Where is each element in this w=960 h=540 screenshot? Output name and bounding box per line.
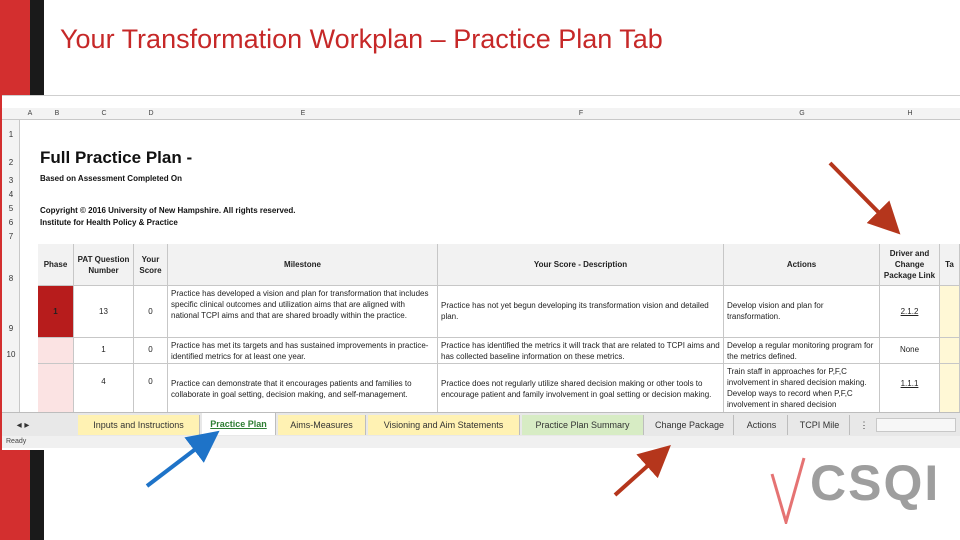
actions-cell[interactable]: Develop a regular monitoring program for… [724, 338, 880, 364]
header-phase[interactable]: Phase [38, 244, 74, 286]
description-cell[interactable]: Practice has not yet begun developing it… [438, 286, 724, 338]
actions-cell[interactable]: Train staff in approaches for P,F,C invo… [724, 364, 880, 414]
column-letter-b[interactable]: B [40, 108, 74, 120]
header-your-score[interactable]: Your Score [134, 244, 168, 286]
slide-title: Your Transformation Workplan – Practice … [60, 24, 663, 54]
column-letter-d[interactable]: D [134, 108, 168, 120]
question-cell[interactable]: 13 [74, 286, 134, 338]
header-pat-question[interactable]: PAT Question Number [74, 244, 134, 286]
score-cell[interactable]: 0 [134, 338, 168, 364]
tab-bar-menu-icon[interactable]: ⋮ [854, 415, 874, 435]
row-number[interactable]: 10 [2, 350, 20, 359]
csqi-logo-text: CSQI [810, 455, 941, 511]
tab-aims-measures[interactable]: Aims-Measures [278, 415, 366, 435]
milestone-cell[interactable]: Practice has developed a vision and plan… [168, 286, 438, 338]
column-letter-h[interactable]: H [880, 108, 940, 120]
extra-cell[interactable] [940, 364, 960, 414]
arrow-to-change-package-tab [613, 445, 671, 497]
tab-practice-plan-summary[interactable]: Practice Plan Summary [522, 415, 644, 435]
horizontal-scrollbar[interactable] [876, 418, 956, 432]
header-extra-column[interactable]: Ta [940, 244, 960, 286]
column-letter-g[interactable]: G [724, 108, 880, 120]
tab-change-package[interactable]: Change Package [646, 415, 734, 435]
header-actions[interactable]: Actions [724, 244, 880, 286]
column-letter-c[interactable]: C [74, 108, 134, 120]
row-number[interactable]: 3 [2, 176, 20, 185]
copyright-text: Copyright © 2016 University of New Hamps… [40, 206, 296, 215]
assessment-note: Based on Assessment Completed On [40, 174, 182, 183]
phase-cell[interactable]: 1 [38, 286, 74, 338]
status-bar: Ready [2, 436, 960, 448]
score-cell[interactable]: 0 [134, 364, 168, 414]
status-text: Ready [6, 438, 27, 445]
question-cell[interactable]: 1 [74, 338, 134, 364]
change-package-link[interactable]: 2.1.2 [880, 286, 940, 338]
sheet-tab-bar: ◂ ▸ Inputs and Instructions Practice Pla… [2, 412, 960, 436]
row-number[interactable]: 1 [2, 130, 20, 139]
row-number[interactable]: 8 [2, 274, 20, 283]
institute-text: Institute for Health Policy & Practice [40, 218, 178, 227]
tab-visioning-and-aim-statements[interactable]: Visioning and Aim Statements [368, 415, 520, 435]
change-package-link[interactable]: 1.1.1 [880, 364, 940, 414]
slide: Your Transformation Workplan – Practice … [0, 0, 960, 540]
column-letter-e[interactable]: E [168, 108, 438, 120]
description-cell[interactable]: Practice has identified the metrics it w… [438, 338, 724, 364]
description-cell[interactable]: Practice does not regularly utilize shar… [438, 364, 724, 414]
question-cell[interactable]: 4 [74, 364, 134, 414]
header-score-description[interactable]: Your Score - Description [438, 244, 724, 286]
actions-cell[interactable]: Develop vision and plan for transformati… [724, 286, 880, 338]
milestone-cell[interactable]: Practice can demonstrate that it encoura… [168, 364, 438, 414]
row-number[interactable]: 6 [2, 218, 20, 227]
tab-tcpi-milestones[interactable]: TCPI Mile [790, 415, 850, 435]
row-number[interactable]: 7 [2, 232, 20, 241]
row-number[interactable]: 2 [2, 158, 20, 167]
tab-scroll-controls[interactable]: ◂ ▸ [6, 415, 40, 435]
column-letter-a[interactable]: A [20, 108, 40, 120]
header-driver-link[interactable]: Driver and Change Package Link [880, 244, 940, 286]
tab-practice-plan[interactable]: Practice Plan [202, 413, 276, 435]
row-number[interactable]: 4 [2, 190, 20, 199]
row-number[interactable]: 5 [2, 204, 20, 213]
score-cell[interactable]: 0 [134, 286, 168, 338]
header-milestone[interactable]: Milestone [168, 244, 438, 286]
phase-cell[interactable] [38, 364, 74, 414]
tab-inputs-and-instructions[interactable]: Inputs and Instructions [78, 415, 200, 435]
spreadsheet-view: A B C D E F G H 1 2 3 4 5 6 7 8 9 10 Ful… [2, 95, 960, 450]
tab-actions[interactable]: Actions [736, 415, 788, 435]
extra-cell[interactable] [940, 286, 960, 338]
phase-cell[interactable] [38, 338, 74, 364]
column-letter-f[interactable]: F [438, 108, 724, 120]
row-number[interactable]: 9 [2, 324, 20, 333]
milestone-cell[interactable]: Practice has met its targets and has sus… [168, 338, 438, 364]
plan-title: Full Practice Plan - [40, 148, 193, 167]
extra-cell[interactable] [940, 338, 960, 364]
change-package-link[interactable]: None [880, 338, 940, 364]
column-header-bar: A B C D E F G H [2, 108, 960, 120]
